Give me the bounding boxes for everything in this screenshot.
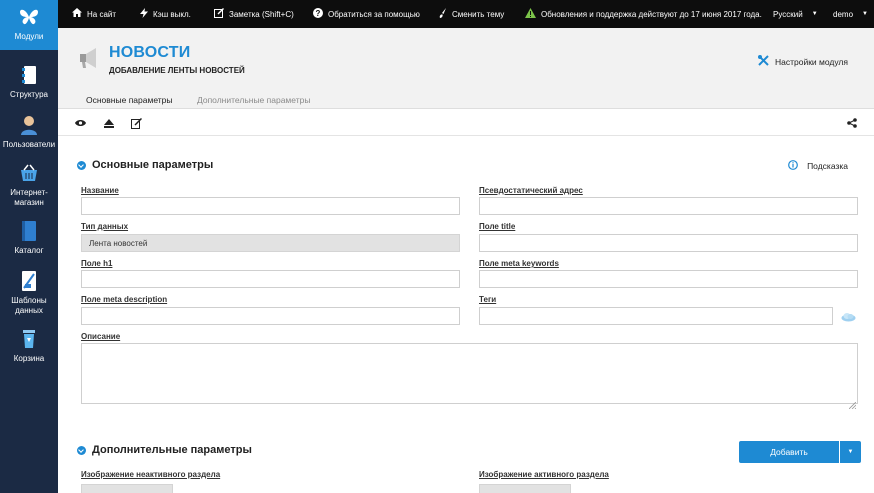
view-eye-icon[interactable]	[74, 117, 86, 129]
sidebar-item-catalog[interactable]: Каталог	[0, 214, 58, 256]
eject-icon[interactable]	[103, 117, 115, 129]
name-field[interactable]	[81, 197, 460, 215]
module-settings-label: Настройки модуля	[774, 56, 848, 67]
tab-extra-params[interactable]: Дополнительные параметры	[197, 95, 310, 105]
tags-cloud-icon[interactable]	[841, 309, 856, 327]
meta-description-label: Поле meta description	[81, 295, 168, 304]
meta-keywords-field[interactable]	[479, 270, 858, 288]
active-image-label: Изображение активного раздела	[479, 470, 609, 479]
top-bar: На сайт Кэш выкл. Заметка (Shift+C) ? Об…	[58, 0, 874, 28]
help-label: Обратиться за помощью	[328, 9, 420, 19]
description-label: Описание	[81, 332, 121, 341]
updates-notice[interactable]: Обновления и поддержка действуют до 17 и…	[525, 0, 762, 28]
share-icon[interactable]	[846, 117, 858, 129]
h1-label: Поле h1	[81, 259, 113, 268]
cache-toggle[interactable]: Кэш выкл.	[140, 0, 191, 28]
sidebar-item-label: Каталог	[14, 246, 44, 255]
trash-icon	[18, 328, 40, 350]
tab-bar: Основные параметры Дополнительные параме…	[58, 90, 874, 109]
section-main-title: Основные параметры	[92, 159, 214, 171]
sidebar-item-modules[interactable]: Модули	[0, 0, 58, 50]
shop-basket-icon	[18, 162, 40, 184]
sidebar-item-shop[interactable]: Интернет- магазин	[0, 156, 58, 208]
edit-icon[interactable]	[130, 117, 142, 129]
sidebar-item-structure[interactable]: Структура	[0, 58, 58, 100]
toolbar	[58, 110, 874, 136]
home-icon	[72, 8, 82, 20]
megaphone-icon	[78, 46, 100, 75]
inactive-image-label: Изображение неактивного раздела	[81, 470, 221, 479]
name-label: Название	[81, 186, 119, 195]
section-extra-title: Дополнительные параметры	[92, 444, 252, 456]
tags-label: Теги	[479, 295, 497, 304]
module-settings-button[interactable]: Настройки модуля	[757, 55, 848, 68]
templates-icon	[18, 270, 40, 292]
warning-icon	[525, 7, 536, 21]
collapse-icon	[77, 160, 86, 170]
sidebar: Модули Структура Пользователи Интернет- …	[0, 0, 58, 493]
chevron-down-icon: ▼	[862, 11, 868, 17]
note-label: Заметка (Shift+C)	[229, 9, 294, 19]
add-dropdown-button[interactable]: ▼	[840, 441, 861, 463]
cache-label: Кэш выкл.	[153, 9, 191, 19]
brush-icon	[439, 7, 447, 21]
info-icon	[788, 160, 798, 172]
sidebar-item-label: Корзина	[13, 354, 45, 363]
page-header: НОВОСТИ ДОБАВЛЕНИЕ ЛЕНТЫ НОВОСТЕЙ Настро…	[58, 28, 874, 90]
lightning-icon	[140, 7, 148, 21]
section-main-params[interactable]: Основные параметры	[77, 159, 213, 171]
language-select[interactable]: Русский ▼	[773, 0, 818, 28]
sidebar-item-label: Структура	[10, 90, 48, 99]
user-menu[interactable]: demo ▼	[833, 0, 868, 28]
sidebar-item-trash[interactable]: Корзина	[0, 322, 58, 364]
resize-handle-icon[interactable]	[848, 396, 857, 414]
meta-description-field[interactable]	[81, 307, 460, 325]
tags-field[interactable]	[479, 307, 833, 325]
active-image-field[interactable]	[479, 484, 571, 493]
sidebar-item-label: Модули	[14, 32, 44, 41]
title-field[interactable]	[479, 234, 858, 252]
section-extra-params[interactable]: Дополнительные параметры	[77, 444, 252, 456]
page-title: НОВОСТИ	[109, 44, 191, 61]
data-type-field: Лента новостей	[81, 234, 460, 252]
chevron-down-icon: ▼	[847, 449, 854, 455]
tools-icon	[757, 55, 769, 68]
chevron-down-icon: ▼	[811, 11, 818, 17]
sidebar-item-templates[interactable]: Шаблоны данных	[0, 264, 58, 316]
updates-label: Обновления и поддержка действуют до 17 и…	[541, 9, 762, 19]
structure-icon	[18, 64, 40, 86]
sidebar-item-label: Шаблоны данных	[11, 296, 47, 315]
sidebar-item-label: Интернет- магазин	[10, 188, 48, 207]
user-label: demo	[833, 9, 854, 19]
catalog-book-icon	[18, 220, 40, 242]
language-label: Русский	[773, 9, 803, 19]
change-theme-button[interactable]: Сменить тему	[439, 0, 504, 28]
butterfly-icon	[18, 6, 40, 28]
h1-field[interactable]	[81, 270, 460, 288]
collapse-icon	[77, 445, 86, 455]
to-site-label: На сайт	[87, 9, 117, 19]
change-theme-label: Сменить тему	[452, 9, 505, 19]
description-textarea[interactable]	[81, 343, 858, 404]
meta-keywords-label: Поле meta keywords	[479, 259, 559, 268]
hint-label: Подсказка	[807, 161, 848, 171]
sidebar-item-label: Пользователи	[2, 140, 56, 149]
edit-note-icon	[214, 7, 224, 21]
pseudo-address-label: Псевдостатический адрес	[479, 186, 583, 195]
inactive-image-field[interactable]	[81, 484, 173, 493]
title-field-label: Поле title	[479, 222, 516, 231]
page-subtitle: ДОБАВЛЕНИЕ ЛЕНТЫ НОВОСТЕЙ	[109, 66, 245, 75]
help-button[interactable]: ? Обратиться за помощью	[313, 0, 420, 28]
tab-main-params[interactable]: Основные параметры	[86, 95, 173, 105]
question-icon: ?	[313, 7, 323, 21]
data-type-label: Тип данных	[81, 222, 129, 231]
sidebar-item-users[interactable]: Пользователи	[0, 108, 58, 150]
note-button[interactable]: Заметка (Shift+C)	[214, 0, 294, 28]
users-icon	[18, 114, 40, 136]
hint-button[interactable]: Подсказка	[788, 160, 848, 172]
add-button[interactable]: Добавить	[739, 441, 839, 463]
svg-text:?: ?	[316, 9, 321, 18]
pseudo-address-field[interactable]	[479, 197, 858, 215]
to-site-link[interactable]: На сайт	[72, 0, 116, 28]
